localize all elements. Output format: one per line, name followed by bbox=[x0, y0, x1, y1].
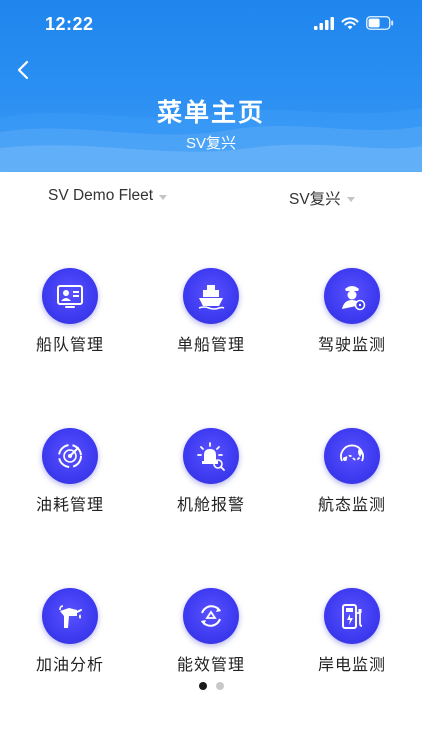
caret-down-icon bbox=[346, 196, 355, 202]
status-bar: 12:22 bbox=[0, 0, 422, 50]
page-dot-active[interactable] bbox=[198, 682, 207, 690]
menu-item-label: 机舱报警 bbox=[176, 497, 245, 514]
menu-item-label: 驾驶监测 bbox=[317, 337, 386, 354]
menu-item-fleet-management[interactable]: 船队管理 bbox=[0, 268, 140, 355]
efficiency-icon bbox=[183, 588, 239, 644]
menu-item-fuel-consumption[interactable]: 油耗管理 bbox=[0, 428, 140, 515]
header: 12:22 菜单主页 SV复兴 bbox=[0, 0, 422, 172]
menu-item-energy-efficiency[interactable]: 能效管理 bbox=[141, 588, 281, 675]
page-indicator[interactable] bbox=[0, 682, 422, 690]
fleet-dropdown[interactable]: SV Demo Fleet bbox=[48, 187, 168, 205]
radar-icon bbox=[42, 428, 98, 484]
menu-item-label: 船队管理 bbox=[35, 337, 104, 354]
wifi-icon bbox=[341, 16, 359, 29]
ship-dropdown-value: SV复兴 bbox=[289, 191, 341, 208]
menu-item-voyage-monitoring[interactable]: 航态监测 bbox=[282, 428, 422, 515]
menu-grid: 船队管理 单船管理 驾驶监测 油耗管理 机舱报警 航态监测 加油分析 能效管理 … bbox=[0, 220, 422, 680]
menu-item-single-ship[interactable]: 单船管理 bbox=[141, 268, 281, 355]
route-icon bbox=[324, 428, 380, 484]
caret-down-icon bbox=[159, 194, 168, 200]
status-time: 12:22 bbox=[45, 14, 94, 34]
menu-item-shore-power[interactable]: 岸电监测 bbox=[282, 588, 422, 675]
menu-item-label: 岸电监测 bbox=[317, 657, 386, 674]
menu-item-refueling-analysis[interactable]: 加油分析 bbox=[0, 588, 140, 675]
ship-dropdown[interactable]: SV复兴 bbox=[289, 187, 355, 209]
filter-bar: SV Demo Fleet SV复兴 bbox=[0, 172, 422, 220]
back-chevron-icon[interactable] bbox=[12, 58, 36, 82]
charging-station-icon bbox=[324, 588, 380, 644]
page-title: 菜单主页 bbox=[156, 99, 265, 127]
menu-item-engine-alarm[interactable]: 机舱报警 bbox=[141, 428, 281, 515]
battery-icon bbox=[366, 16, 394, 30]
menu-item-label: 航态监测 bbox=[317, 497, 386, 514]
alarm-icon bbox=[183, 428, 239, 484]
menu-item-label: 油耗管理 bbox=[35, 497, 104, 514]
menu-item-driving-monitoring[interactable]: 驾驶监测 bbox=[282, 268, 422, 355]
captain-icon bbox=[324, 268, 380, 324]
ship-icon bbox=[183, 268, 239, 324]
menu-item-label: 能效管理 bbox=[176, 657, 245, 674]
fuel-nozzle-icon bbox=[42, 588, 98, 644]
fleet-management-icon bbox=[42, 268, 98, 324]
page-dot[interactable] bbox=[215, 682, 224, 690]
fleet-dropdown-value: SV Demo Fleet bbox=[48, 187, 154, 204]
cellular-signal-icon bbox=[314, 16, 334, 30]
menu-item-label: 加油分析 bbox=[35, 657, 104, 674]
page-subtitle: SV复兴 bbox=[185, 135, 236, 152]
menu-item-label: 单船管理 bbox=[176, 337, 245, 354]
